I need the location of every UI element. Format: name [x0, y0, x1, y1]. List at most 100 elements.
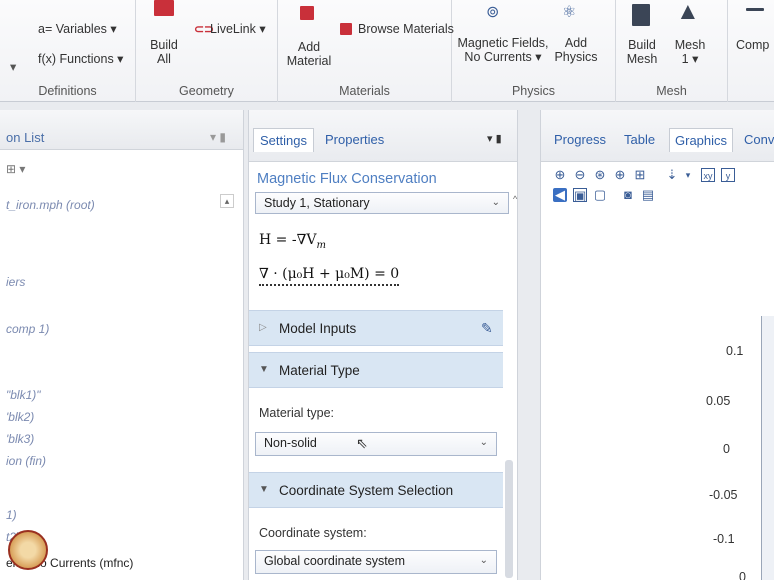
- browse-materials-button[interactable]: Browse Materials: [358, 22, 454, 36]
- compute-button[interactable]: Comp: [736, 38, 769, 52]
- print-icon[interactable]: ▤: [641, 188, 655, 202]
- material-type-select[interactable]: Non-solid ⇖ ⌄: [255, 432, 497, 456]
- yz-view-icon[interactable]: y: [721, 168, 735, 182]
- model-builder-header: on List ▾ ▮: [0, 110, 243, 150]
- tree-item-component[interactable]: comp 1): [6, 322, 49, 336]
- tree-item-root[interactable]: t_iron.mph (root): [6, 198, 95, 212]
- zoom-selected-icon[interactable]: ⊕: [613, 168, 627, 182]
- build-all-button[interactable]: Build All: [144, 38, 184, 66]
- section-label: Material Type: [279, 363, 360, 378]
- edit-icon[interactable]: ✎: [481, 320, 493, 337]
- ribbon-group-study: Comp: [728, 0, 774, 102]
- scroll-up-button[interactable]: ▴: [220, 194, 234, 208]
- browse-materials-icon: [340, 23, 352, 35]
- material-type-value: Non-solid: [264, 436, 317, 450]
- tab-convergence[interactable]: Conv: [739, 128, 774, 152]
- variables-button[interactable]: a= Variables ▾: [38, 22, 117, 36]
- ribbon-group-geometry: Build All ⊂⊃ LiveLink ▾ Geometry: [136, 0, 278, 102]
- section-label: Model Inputs: [279, 321, 357, 336]
- zoom-out-icon[interactable]: ⊖: [573, 168, 587, 182]
- ribbon-group-mesh: Build Mesh ▲ Mesh 1 ▾ Mesh: [616, 0, 728, 102]
- section-label: Coordinate System Selection: [279, 483, 454, 498]
- model-inputs-section[interactable]: ▷ Model Inputs ✎: [249, 310, 503, 346]
- panel-menu-icon[interactable]: ▾ ▮: [487, 132, 502, 145]
- settings-scrollbar[interactable]: [505, 460, 513, 578]
- mesh1-button[interactable]: Mesh 1 ▾: [670, 38, 710, 66]
- settings-panel: Settings Properties ▾ ▮ Magnetic Flux Co…: [248, 110, 518, 580]
- chevron-down-icon: ⌄: [479, 555, 488, 566]
- tree-item-blk2[interactable]: 'blk2): [6, 410, 34, 424]
- tab-settings[interactable]: Settings: [253, 128, 314, 152]
- expanded-arrow-icon: ▼: [259, 484, 269, 495]
- mouse-cursor-icon: ⇖: [356, 435, 368, 451]
- add-material-button[interactable]: Add Material: [284, 40, 334, 68]
- magnetic-fields-button[interactable]: Magnetic Fields, No Currents ▾: [454, 36, 552, 64]
- compute-icon: [746, 8, 764, 11]
- tab-graphics[interactable]: Graphics: [669, 128, 734, 152]
- axis-tick: 0: [739, 570, 746, 580]
- axis-tick: 0.1: [726, 344, 744, 358]
- tab-progress[interactable]: Progress: [549, 128, 611, 152]
- chevron-down-icon[interactable]: ▾: [681, 168, 695, 182]
- graphics-canvas[interactable]: 0.1 0.05 0 -0.05 -0.1 0: [541, 210, 774, 580]
- scene-light-icon[interactable]: ⇣: [665, 168, 679, 182]
- study-select[interactable]: Study 1, Stationary ⌄: [255, 192, 509, 214]
- feature-title: Magnetic Flux Conservation: [257, 171, 437, 187]
- tree-item[interactable]: iers: [6, 275, 25, 289]
- equation-1: H = -∇Vm: [259, 232, 326, 251]
- group-label-geometry: Geometry: [179, 84, 234, 98]
- add-physics-button[interactable]: Add Physics: [552, 36, 600, 64]
- equation-2: ∇ · (μ₀H + μ₀M) = 0: [259, 266, 400, 286]
- build-mesh-button[interactable]: Build Mesh: [622, 38, 662, 66]
- coordinate-system-label: Coordinate system:: [259, 526, 367, 540]
- group-label-definitions: Definitions: [38, 84, 97, 98]
- transparency-icon[interactable]: ▢: [593, 188, 607, 202]
- group-label-materials: Materials: [339, 84, 390, 98]
- tree-item[interactable]: 1): [6, 508, 17, 522]
- group-label-mesh: Mesh: [656, 84, 687, 98]
- ribbon-toolbar: ▾ a= Variables ▾ f(x) Functions ▾ Defini…: [0, 0, 774, 102]
- material-type-label: Material type:: [259, 406, 335, 420]
- coordinate-system-select[interactable]: Global coordinate system ⌄: [255, 550, 497, 574]
- chevron-down-icon: ⌄: [479, 437, 488, 448]
- mesh-triangle-icon: ▲: [676, 0, 700, 25]
- tree-item-fin[interactable]: ion (fin): [6, 454, 46, 468]
- ribbon-group-physics: ⊚ Magnetic Fields, No Currents ▾ ⚛ Add P…: [452, 0, 616, 102]
- livelink-button[interactable]: LiveLink ▾: [210, 22, 266, 36]
- graphics-panel: Progress Table Graphics Conv ⊕ ⊖ ⊛ ⊕ ⊞ ⇣…: [540, 110, 774, 580]
- group-label-physics: Physics: [511, 84, 556, 98]
- nptel-logo-icon: [8, 530, 48, 570]
- study-select-value: Study 1, Stationary: [264, 196, 370, 210]
- build-all-icon: [154, 0, 174, 16]
- tree-item-blk3[interactable]: 'blk3): [6, 432, 34, 446]
- xy-view-icon[interactable]: xy: [701, 168, 715, 182]
- functions-button[interactable]: f(x) Functions ▾: [38, 52, 123, 66]
- material-type-section[interactable]: ▼ Material Type: [249, 352, 503, 388]
- ribbon-group-materials: Add Material Browse Materials Materials: [278, 0, 454, 102]
- panel-title: on List: [6, 130, 45, 145]
- zoom-in-icon[interactable]: ⊕: [553, 168, 567, 182]
- scroll-up-icon[interactable]: ^: [513, 194, 517, 208]
- wireframe-icon[interactable]: ▣: [573, 188, 587, 203]
- tree-item-blk1[interactable]: "blk1)": [6, 388, 41, 402]
- 3d-box-edge: [761, 316, 774, 580]
- collapsed-arrow-icon: ▷: [259, 322, 267, 333]
- zoom-box-icon[interactable]: ⊛: [593, 168, 607, 182]
- tree-toolbar-icon[interactable]: ⊞ ▾: [6, 162, 25, 176]
- panel-menu-icon[interactable]: ▾ ▮: [210, 130, 226, 144]
- select-mode-icon[interactable]: ◀: [553, 188, 567, 202]
- coordinate-system-section[interactable]: ▼ Coordinate System Selection: [249, 472, 503, 508]
- axis-tick: 0: [723, 442, 730, 456]
- axis-tick: -0.05: [709, 488, 738, 502]
- overflow-icon[interactable]: ▾: [10, 60, 16, 74]
- graphics-tabs: Progress Table Graphics Conv: [541, 110, 774, 162]
- camera-icon[interactable]: ◙: [621, 188, 635, 202]
- add-physics-icon: ⚛: [562, 4, 577, 21]
- tab-table[interactable]: Table: [619, 128, 660, 152]
- axis-tick: 0.05: [706, 394, 731, 408]
- axis-tick: -0.1: [713, 532, 735, 546]
- tab-properties[interactable]: Properties: [319, 128, 390, 152]
- zoom-extents-icon[interactable]: ⊞: [633, 168, 647, 182]
- build-mesh-icon: [632, 4, 650, 26]
- add-material-icon: [300, 6, 314, 20]
